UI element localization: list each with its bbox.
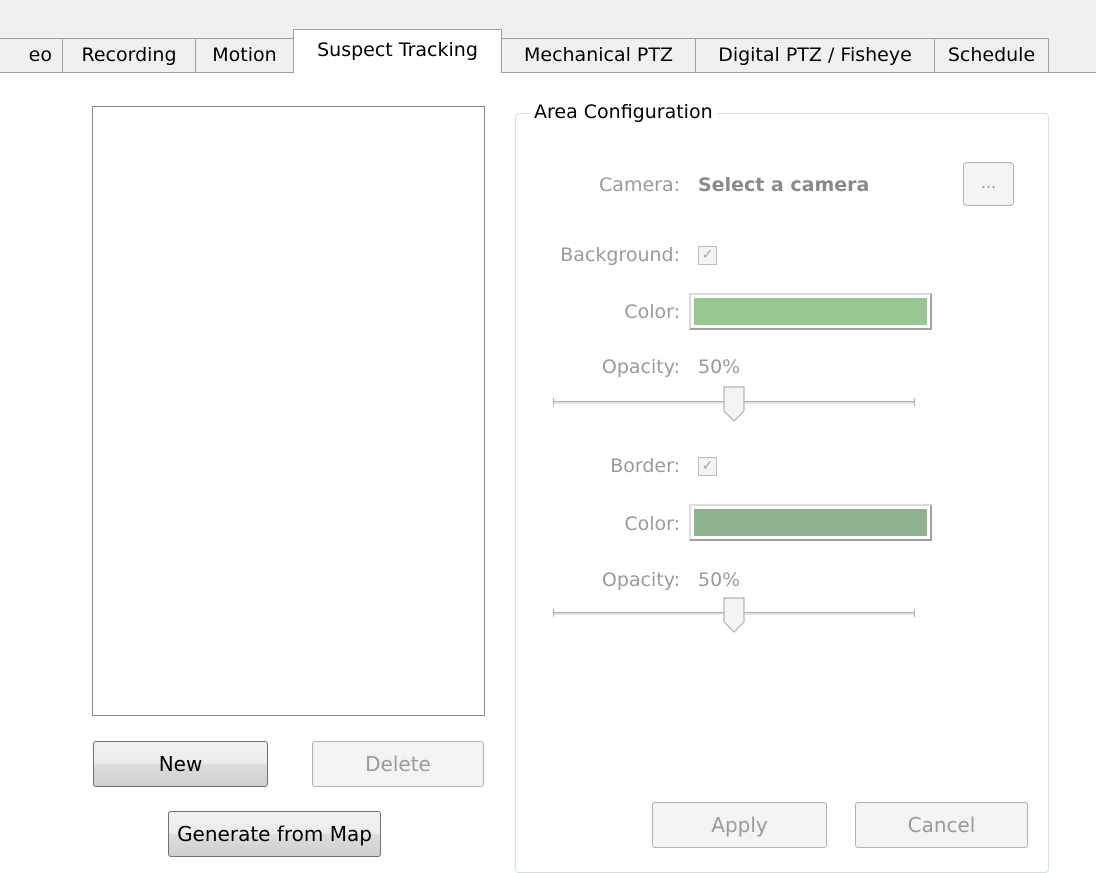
cancel-button: Cancel: [855, 802, 1028, 848]
area-list[interactable]: [92, 106, 485, 716]
delete-button: Delete: [312, 741, 484, 787]
tab-digital-ptz-fisheye[interactable]: Digital PTZ / Fisheye: [695, 38, 935, 72]
border-checkbox: ✓: [698, 457, 717, 476]
tab-strip-divider: [0, 72, 1096, 73]
border-slider-tick-min: [553, 609, 554, 617]
background-opacity-value: 50%: [698, 356, 741, 378]
border-slider-tick-max: [914, 609, 915, 617]
generate-from-map-button[interactable]: Generate from Map: [168, 811, 381, 857]
background-slider-tick-min: [553, 398, 554, 406]
background-label: Background:: [560, 244, 680, 266]
border-color-picker: [689, 504, 932, 541]
browse-camera-button: ...: [963, 162, 1014, 206]
area-configuration-title: Area Configuration: [530, 99, 717, 125]
border-color-fill: [694, 509, 927, 536]
background-slider-tick-max: [914, 398, 915, 406]
border-color-label: Color:: [624, 513, 680, 535]
tab-suspect-tracking[interactable]: Suspect Tracking: [293, 29, 502, 73]
camera-label: Camera:: [599, 174, 680, 196]
border-opacity-slider-thumb: [723, 597, 745, 633]
background-color-label: Color:: [624, 301, 680, 323]
area-configuration-group: [515, 113, 1049, 873]
tab-motion[interactable]: Motion: [195, 38, 294, 72]
tab-video[interactable]: eo: [0, 38, 63, 72]
camera-value: Select a camera: [698, 174, 870, 196]
tab-recording[interactable]: Recording: [62, 38, 196, 72]
border-opacity-label: Opacity:: [601, 569, 680, 591]
border-label: Border:: [610, 455, 680, 477]
border-opacity-value: 50%: [698, 569, 741, 591]
tab-schedule[interactable]: Schedule: [934, 38, 1049, 72]
background-opacity-slider-thumb: [723, 386, 745, 422]
background-color-picker: [689, 293, 932, 330]
background-checkbox: ✓: [698, 246, 717, 265]
background-color-fill: [694, 298, 927, 325]
new-button[interactable]: New: [93, 741, 268, 787]
tab-mechanical-ptz[interactable]: Mechanical PTZ: [501, 38, 696, 72]
background-opacity-label: Opacity:: [601, 356, 680, 378]
apply-button: Apply: [652, 802, 827, 848]
